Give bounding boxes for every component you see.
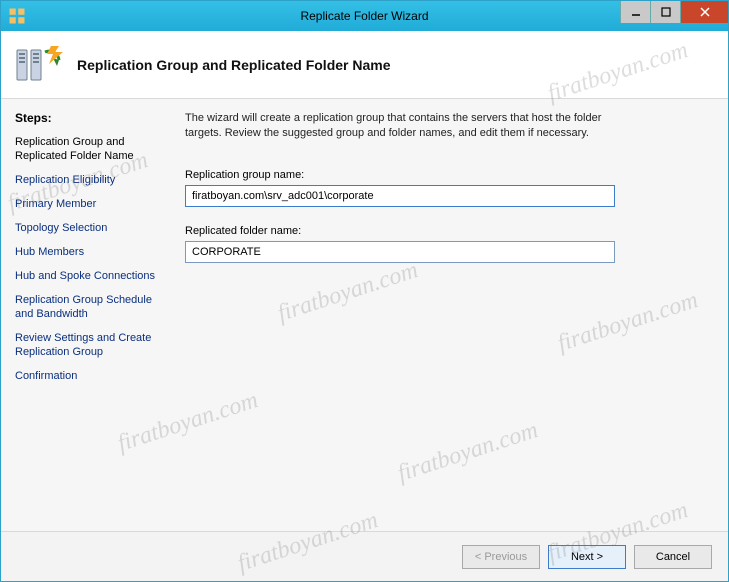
- step-replication-eligibility[interactable]: Replication Eligibility: [15, 173, 165, 187]
- group-name-label: Replication group name:: [185, 169, 710, 181]
- group-name-input[interactable]: [185, 185, 615, 207]
- step-primary-member[interactable]: Primary Member: [15, 197, 165, 211]
- step-confirmation[interactable]: Confirmation: [15, 369, 165, 383]
- watermark: firatboyan.com: [394, 417, 541, 488]
- next-button[interactable]: Next >: [548, 545, 626, 569]
- window-title: Replicate Folder Wizard: [1, 9, 728, 23]
- titlebar: Replicate Folder Wizard: [1, 1, 728, 31]
- steps-sidebar: Steps: Replication Group and Replicated …: [1, 99, 175, 531]
- folder-name-label: Replicated folder name:: [185, 225, 710, 237]
- wizard-window: Replicate Folder Wizard Replication Grou…: [0, 0, 729, 582]
- cancel-button[interactable]: Cancel: [634, 545, 712, 569]
- wizard-header: Replication Group and Replicated Folder …: [1, 31, 728, 99]
- folder-name-input[interactable]: [185, 241, 615, 263]
- wizard-body: Steps: Replication Group and Replicated …: [1, 99, 728, 531]
- folder-name-field: Replicated folder name:: [185, 225, 710, 263]
- step-schedule-bandwidth[interactable]: Replication Group Schedule and Bandwidth: [15, 293, 165, 321]
- step-replication-group-name[interactable]: Replication Group and Replicated Folder …: [15, 135, 165, 163]
- step-review-create[interactable]: Review Settings and Create Replication G…: [15, 331, 165, 359]
- step-hub-spoke-connections[interactable]: Hub and Spoke Connections: [15, 269, 165, 283]
- watermark: firatboyan.com: [274, 257, 421, 328]
- step-topology-selection[interactable]: Topology Selection: [15, 221, 165, 235]
- page-title: Replication Group and Replicated Folder …: [77, 57, 391, 73]
- previous-button[interactable]: < Previous: [462, 545, 540, 569]
- step-hub-members[interactable]: Hub Members: [15, 245, 165, 259]
- group-name-field: Replication group name:: [185, 169, 710, 207]
- wizard-footer: < Previous Next > Cancel: [1, 531, 728, 581]
- steps-heading: Steps:: [15, 111, 165, 125]
- wizard-header-icon: [15, 44, 63, 86]
- main-panel: The wizard will create a replication gro…: [175, 99, 728, 531]
- watermark: firatboyan.com: [554, 287, 701, 358]
- wizard-description: The wizard will create a replication gro…: [185, 111, 615, 141]
